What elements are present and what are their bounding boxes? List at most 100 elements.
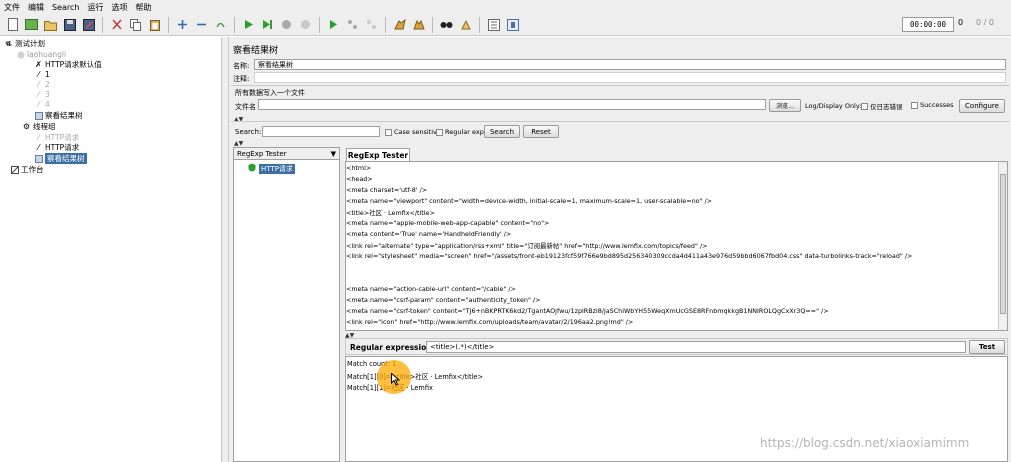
sampler-icon: ⁄: [37, 133, 40, 142]
collapse-arrows-icon[interactable]: ▲▼: [234, 140, 243, 147]
remote-start-icon[interactable]: [325, 16, 342, 33]
result-line: Match[1][0]=<title>社区 · Lemfix</title>: [347, 373, 483, 381]
save-icon[interactable]: [61, 16, 78, 33]
comment-field[interactable]: [254, 72, 1006, 83]
browse-button[interactable]: 浏览...: [769, 99, 801, 112]
filename-input[interactable]: [258, 99, 766, 110]
tab-regexp-tester[interactable]: RegExp Tester: [346, 148, 410, 161]
menu-help[interactable]: 帮助: [135, 2, 151, 13]
tree-node-test-plan[interactable]: ቘ 测试计划: [4, 38, 45, 49]
search-label: Search:: [235, 128, 262, 136]
regular-exp-checkbox[interactable]: Regular exp.: [436, 128, 486, 136]
start-no-pause-icon[interactable]: [259, 16, 276, 33]
code-line: <meta charset='utf-8' />: [346, 186, 428, 194]
tree-node-label: 察看结果树: [45, 153, 87, 164]
scrollbar-thumb[interactable]: [1000, 174, 1006, 314]
checkbox-box: [861, 102, 868, 110]
tree-node-label: HTTP请求: [45, 143, 80, 152]
split-pane-divider[interactable]: [222, 37, 229, 462]
response-html-view[interactable]: <html> <head> <meta charset='utf-8' /> <…: [345, 161, 1008, 331]
reset-button[interactable]: Reset: [523, 125, 559, 138]
code-line: <meta name="csrf-param" content="authent…: [346, 296, 541, 304]
vertical-scrollbar[interactable]: [998, 162, 1007, 330]
tree-node-sampler-4[interactable]: ⁄ 4: [34, 99, 50, 110]
clear-all-icon[interactable]: [410, 16, 427, 33]
code-line: <link rel="stylesheet" media="screen" hr…: [346, 252, 913, 260]
search-icon[interactable]: [438, 16, 455, 33]
checkbox-label: Successes: [920, 101, 954, 109]
menu-run[interactable]: 运行: [87, 2, 103, 13]
configure-button[interactable]: Configure: [959, 99, 1005, 113]
regex-label: Regular expression:: [350, 343, 435, 352]
menu-options[interactable]: 选项: [111, 2, 127, 13]
save-as-icon[interactable]: [80, 16, 97, 33]
tree-node-label: 2: [45, 80, 50, 89]
cut-icon[interactable]: [108, 16, 125, 33]
expand-icon[interactable]: [174, 16, 191, 33]
results-tree-item[interactable]: HTTP请求: [248, 163, 295, 174]
open-icon[interactable]: [42, 16, 59, 33]
chevron-down-icon: ▼: [330, 149, 336, 158]
elapsed-time-display: 00:00:00: [902, 17, 954, 32]
tree-node-label: laohuangli: [27, 50, 67, 59]
search-input[interactable]: [262, 126, 380, 137]
regex-input[interactable]: <title>(.*)</title>: [426, 341, 966, 353]
tree-node-listener[interactable]: 察看结果树: [34, 110, 83, 121]
code-line: <meta name="viewport" content="width=dev…: [346, 197, 713, 205]
thread-group-icon: ⚙: [22, 122, 31, 131]
stop-icon[interactable]: [278, 16, 295, 33]
sampler-icon: ⁄: [37, 80, 40, 89]
renderer-selected: RegExp Tester: [237, 149, 287, 158]
test-button[interactable]: Test: [969, 340, 1005, 354]
toolbar-separator: [432, 16, 433, 33]
toolbar-separator: [319, 16, 320, 33]
tree-node-label: 3: [45, 90, 50, 99]
tree-node-label: 察看结果树: [45, 111, 83, 120]
toolbar-separator: [168, 16, 169, 33]
menu-search[interactable]: Search: [52, 3, 79, 12]
clear-icon[interactable]: [391, 16, 408, 33]
tree-node-workbench[interactable]: 工作台: [10, 164, 44, 175]
new-icon[interactable]: [4, 16, 21, 33]
sampler-icon: ⁄: [37, 143, 40, 152]
toolbar-separator: [385, 16, 386, 33]
toolbar: [0, 14, 1011, 36]
start-icon[interactable]: [240, 16, 257, 33]
search-button[interactable]: Search: [484, 125, 520, 138]
config-icon: ✗: [35, 60, 42, 69]
checkbox-label: Case sensitive: [394, 128, 441, 136]
workbench-icon: [10, 165, 19, 174]
server-icon: [16, 50, 25, 59]
name-field[interactable]: 察看结果树: [254, 59, 1006, 70]
toggle-icon[interactable]: [212, 16, 229, 33]
help-icon[interactable]: [504, 16, 521, 33]
tree-node-http-request-2[interactable]: ⁄ HTTP请求: [34, 142, 79, 153]
watermark: https://blog.csdn.net/xiaoxiamimm: [760, 436, 970, 450]
tree-node-label: 工作台: [21, 165, 44, 174]
paste-icon[interactable]: [146, 16, 163, 33]
errors-only-checkbox[interactable]: 仅日志错误: [861, 101, 903, 111]
case-sensitive-checkbox[interactable]: Case sensitive: [385, 128, 441, 136]
menu-edit[interactable]: 编辑: [28, 2, 44, 13]
successes-checkbox[interactable]: Successes: [911, 101, 954, 109]
remote-stop-icon[interactable]: [344, 16, 361, 33]
tree-node-listener-selected[interactable]: 察看结果树: [34, 153, 87, 164]
regex-bar: Regular expression: <title>(.*)</title> …: [345, 338, 1008, 355]
sampler-icon: ⁄: [37, 70, 40, 79]
test-plan-icon: ቘ: [5, 38, 12, 48]
code-line: <link rel="alternate" type="application/…: [346, 242, 708, 250]
renderer-select[interactable]: RegExp Tester ▼: [234, 148, 339, 160]
listener-icon: [34, 111, 43, 120]
tree-node-thread-group[interactable]: ⚙ 线程组: [22, 121, 56, 132]
menu-file[interactable]: 文件: [4, 2, 20, 13]
code-line: <meta content='True' name='HandheldFrien…: [346, 230, 512, 238]
templates-icon[interactable]: [23, 16, 40, 33]
view-results-tree-panel: 察看结果树 名称: 察看结果树 注释: 所有数据写入一个文件 文件名 浏览...…: [229, 37, 1011, 462]
reset-search-icon[interactable]: [457, 16, 474, 33]
copy-icon[interactable]: [127, 16, 144, 33]
shutdown-icon[interactable]: [297, 16, 314, 33]
collapse-icon[interactable]: [193, 16, 210, 33]
checkbox-label: 仅日志错误: [870, 103, 903, 111]
function-helper-icon[interactable]: [485, 16, 502, 33]
remote-shutdown-icon[interactable]: [363, 16, 380, 33]
